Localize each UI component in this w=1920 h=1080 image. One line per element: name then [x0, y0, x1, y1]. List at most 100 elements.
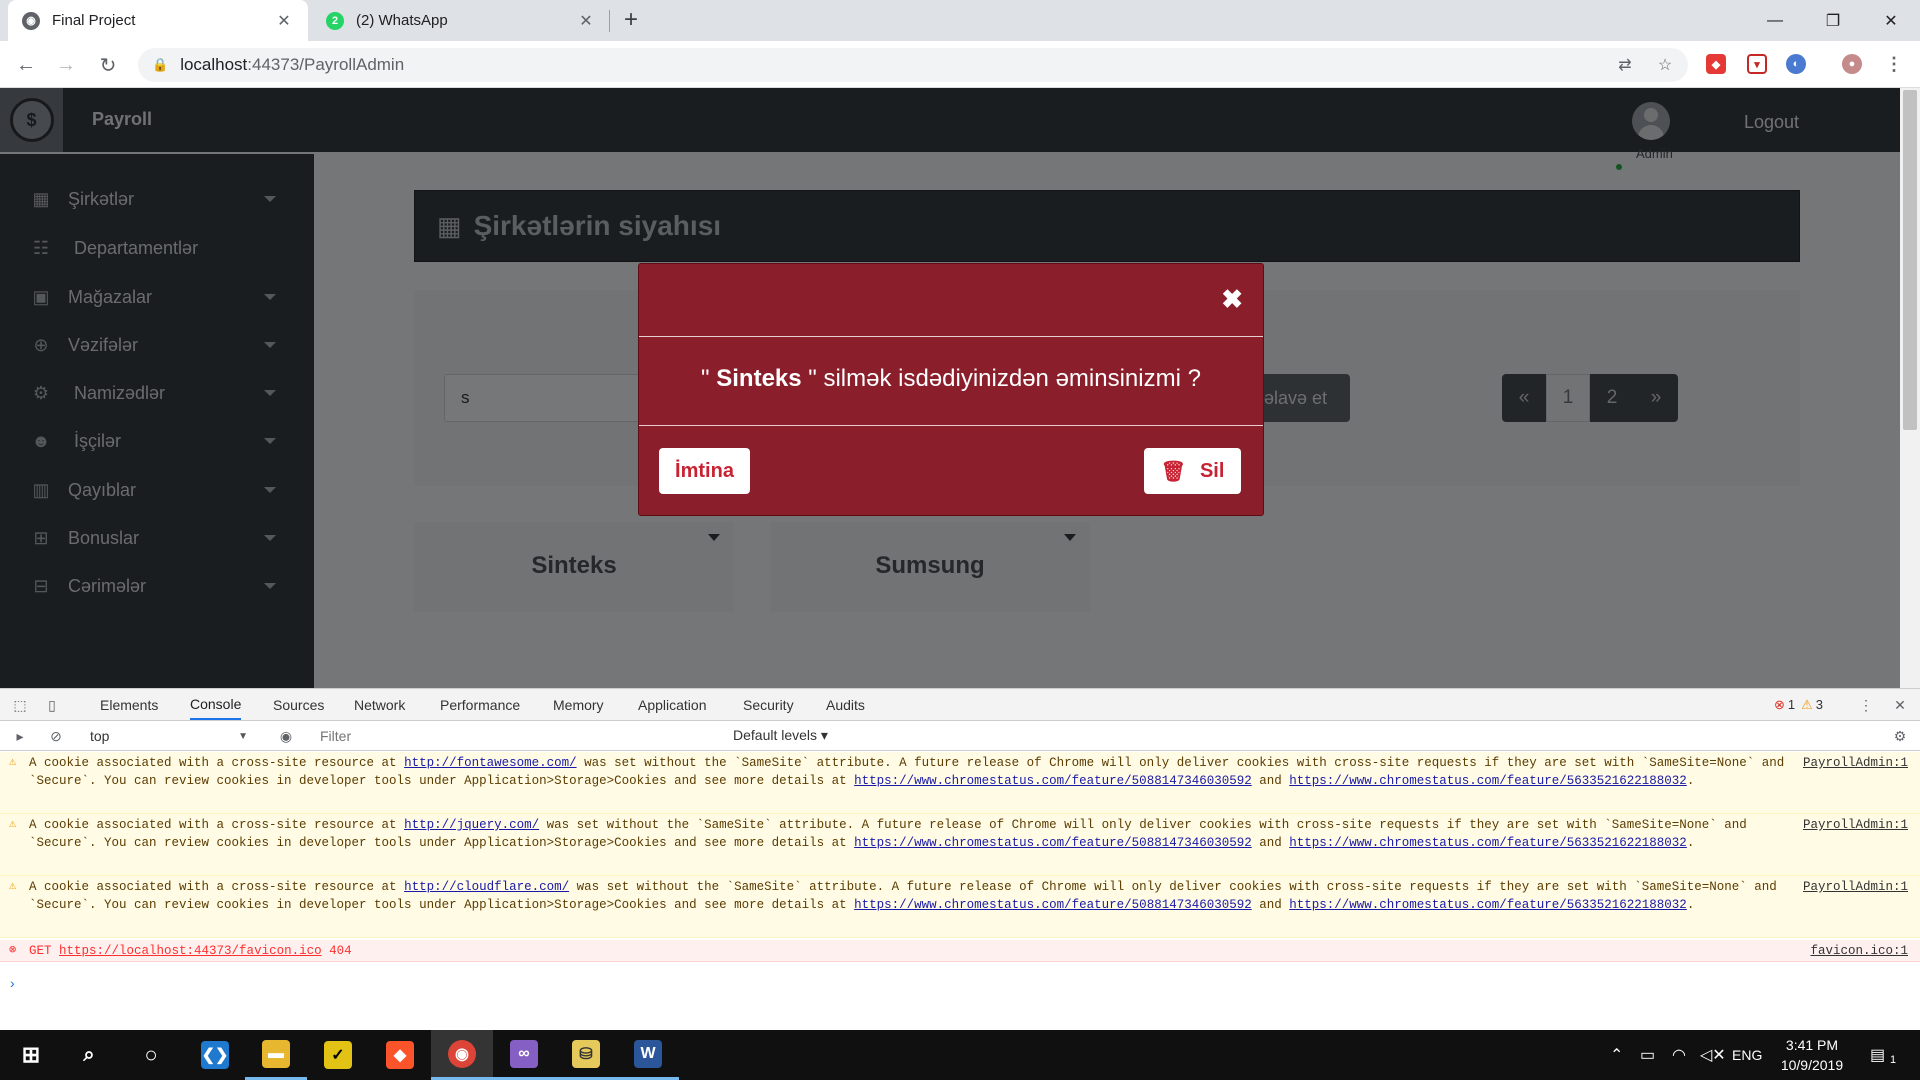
battery-icon[interactable]: ▭ — [1640, 1045, 1655, 1065]
address-bar[interactable]: 🔒 localhost:44373/PayrollAdmin ⇄ ☆ — [138, 48, 1688, 82]
message-link[interactable]: https://www.chromestatus.com/feature/508… — [854, 836, 1252, 850]
eye-icon[interactable]: ◉ — [276, 726, 296, 746]
minimize-button[interactable]: — — [1746, 0, 1804, 41]
tab-console[interactable]: Console — [190, 689, 242, 720]
console-message: ⚠ PayrollAdmin:1 A cookie associated with… — [0, 752, 1920, 814]
tab-divider — [609, 10, 610, 32]
reload-button[interactable]: ↻ — [94, 51, 122, 79]
wifi-icon[interactable]: ◠ — [1672, 1045, 1686, 1065]
globe-icon: ◉ — [22, 11, 40, 30]
error-icon: ⊗ — [1774, 696, 1785, 712]
tab-security[interactable]: Security — [743, 689, 794, 720]
delete-button[interactable]: 🗑 Sil — [1144, 448, 1241, 494]
message-link[interactable]: https://www.chromestatus.com/feature/563… — [1289, 898, 1687, 912]
url-path: :44373/PayrollAdmin — [247, 55, 405, 74]
close-devtools-icon[interactable]: ✕ — [1890, 695, 1910, 715]
back-button[interactable]: ← — [12, 51, 40, 79]
browser-toolbar: ← → ↻ 🔒 localhost:44373/PayrollAdmin ⇄ ☆ — [0, 41, 1920, 88]
message-link[interactable]: http://cloudflare.com/ — [404, 880, 569, 894]
cortana-icon[interactable]: ○ — [120, 1030, 182, 1080]
norton-icon[interactable]: ✓ — [307, 1030, 369, 1080]
devtools-menu-icon[interactable]: ⋮ — [1856, 695, 1876, 715]
page-scrollbar-thumb[interactable] — [1903, 90, 1917, 430]
tab-final-project[interactable]: ◉ Final Project ✕ — [8, 0, 308, 41]
chrome-menu-icon[interactable]: ⋮ — [1884, 54, 1904, 74]
warning-icon: ⚠ — [9, 817, 17, 831]
word-icon[interactable]: W — [617, 1030, 679, 1080]
sql-icon[interactable]: ⛁ — [555, 1030, 617, 1080]
warning-icon: ⚠ — [9, 879, 17, 893]
message-source-link[interactable]: PayrollAdmin:1 — [1803, 754, 1908, 772]
page-viewport: $ Payroll Admin Logout ▦ Şirkətlər ☷ Dep… — [0, 88, 1920, 688]
language-indicator[interactable]: ENG — [1732, 1047, 1762, 1063]
clock-time: 3:41 PM — [1785, 1037, 1839, 1053]
notifications-icon[interactable]: ▤ — [1870, 1045, 1885, 1065]
forward-button[interactable]: → — [52, 51, 80, 79]
notification-count: 1 — [1890, 1054, 1897, 1066]
tab-performance[interactable]: Performance — [440, 689, 520, 720]
cancel-button[interactable]: İmtina — [659, 448, 750, 494]
message-link[interactable]: https://localhost:44373/favicon.ico — [59, 944, 322, 958]
tab-whatsapp[interactable]: 2 (2) WhatsApp ✕ — [312, 0, 610, 41]
clock-date: 10/9/2019 — [1780, 1057, 1844, 1073]
translate-icon[interactable]: ⇄ — [1614, 54, 1636, 76]
message-link[interactable]: https://www.chromestatus.com/feature/563… — [1289, 836, 1687, 850]
volume-muted-icon[interactable]: ◁✕ — [1700, 1045, 1726, 1065]
message-link[interactable]: http://fontawesome.com/ — [404, 756, 577, 770]
tab-application[interactable]: Application — [638, 689, 707, 720]
profile-avatar-icon[interactable]: ● — [1842, 54, 1862, 74]
error-icon: ⊗ — [9, 943, 17, 957]
inspect-element-icon[interactable]: ⬚ — [10, 695, 30, 715]
windows-start-icon[interactable]: ⊞ — [0, 1030, 62, 1080]
warning-icon: ⚠ — [1801, 696, 1813, 712]
console-prompt[interactable]: › — [10, 975, 15, 991]
device-toggle-icon[interactable]: ▯ — [42, 695, 62, 715]
maximize-button[interactable]: ❐ — [1804, 0, 1862, 41]
tab-sources[interactable]: Sources — [273, 689, 324, 720]
close-window-button[interactable]: ✕ — [1862, 0, 1920, 41]
message-link[interactable]: https://www.chromestatus.com/feature/508… — [854, 774, 1252, 788]
issue-counter[interactable]: ⊗ 1 ⚠ 3 — [1774, 689, 1823, 720]
message-source-link[interactable]: PayrollAdmin:1 — [1803, 878, 1908, 896]
chevron-up-icon[interactable]: ⌃ — [1610, 1045, 1623, 1065]
modal-divider — [639, 336, 1263, 337]
console-settings-icon[interactable]: ⚙ — [1890, 726, 1910, 746]
tab-elements[interactable]: Elements — [100, 689, 158, 720]
visual-studio-icon[interactable]: ∞ — [493, 1030, 555, 1080]
modal-message: " Sinteks " silmək isdədiyinizdən əminsi… — [701, 365, 1201, 392]
whatsapp-icon: 2 — [326, 11, 344, 30]
extension-icon[interactable]: ◐ — [1786, 54, 1806, 74]
sidebar-toggle-icon[interactable]: ▸ — [10, 726, 30, 746]
ublock-icon[interactable]: ◆ — [1706, 54, 1726, 74]
tab-network[interactable]: Network — [354, 689, 405, 720]
new-tab-button[interactable]: + — [624, 6, 638, 34]
modal-divider — [639, 425, 1263, 426]
browser-tab-strip: ◉ Final Project ✕ 2 (2) WhatsApp ✕ + — ❐… — [0, 0, 1920, 41]
close-tab-icon[interactable]: ✕ — [274, 11, 294, 31]
clear-console-icon[interactable]: ⊘ — [46, 726, 66, 746]
brave-icon[interactable]: ◆ — [369, 1030, 431, 1080]
close-tab-icon[interactable]: ✕ — [576, 11, 596, 31]
console-message: ⚠ PayrollAdmin:1 A cookie associated with… — [0, 876, 1920, 938]
clock[interactable]: 3:41 PM 10/9/2019 — [1767, 1035, 1857, 1075]
message-link[interactable]: https://www.chromestatus.com/feature/508… — [854, 898, 1252, 912]
pocket-icon[interactable]: ▾ — [1747, 54, 1767, 74]
console-toolbar: ▸ ⊘ top ◉ Default levels ▾ ⚙ — [0, 721, 1920, 751]
console-filter-input[interactable] — [312, 726, 722, 746]
message-link[interactable]: http://jquery.com/ — [404, 818, 539, 832]
tab-memory[interactable]: Memory — [553, 689, 604, 720]
search-icon[interactable]: ⌕ — [58, 1030, 120, 1080]
tab-audits[interactable]: Audits — [826, 689, 865, 720]
bookmark-star-icon[interactable]: ☆ — [1654, 54, 1676, 76]
chrome-icon[interactable]: ◉ — [431, 1030, 493, 1080]
message-source-link[interactable]: PayrollAdmin:1 — [1803, 816, 1908, 834]
url-host: localhost — [180, 55, 248, 74]
windows-taskbar: ⊞ ⌕ ○ ❮❯ ▬ ✓ ◆ ◉ ∞ ⛁ W ⌃ ▭ ◠ ◁✕ ENG 3:41… — [0, 1030, 1920, 1080]
context-select[interactable]: top — [82, 726, 254, 746]
log-levels-select[interactable]: Default levels ▾ — [733, 727, 828, 744]
close-icon[interactable]: ✖ — [1221, 284, 1243, 315]
message-source-link[interactable]: favicon.ico:1 — [1810, 942, 1908, 960]
vscode-icon[interactable]: ❮❯ — [184, 1030, 246, 1080]
file-explorer-icon[interactable]: ▬ — [245, 1030, 307, 1080]
message-link[interactable]: https://www.chromestatus.com/feature/563… — [1289, 774, 1687, 788]
